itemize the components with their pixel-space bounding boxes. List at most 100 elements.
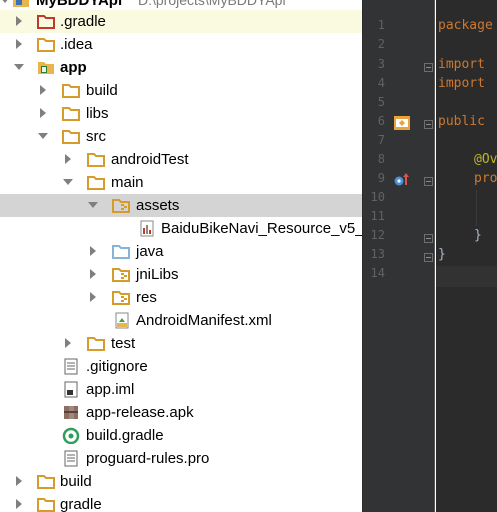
line-number: 2 (377, 37, 385, 51)
chevron-right-icon[interactable] (38, 108, 48, 118)
binary-file-icon (138, 220, 156, 237)
module-folder-icon (12, 0, 30, 9)
chevron-down-icon[interactable] (38, 131, 48, 141)
line-number: 4 (377, 76, 385, 90)
tree-label: jniLibs (136, 266, 179, 283)
folder-icon (87, 151, 105, 168)
line-number: 8 (377, 152, 385, 166)
chevron-down-icon[interactable] (63, 177, 73, 187)
tree-row-res[interactable]: res (0, 286, 362, 309)
tree-label: app.iml (86, 381, 135, 398)
tree-label: assets (136, 197, 180, 214)
tree-label: java (136, 243, 164, 260)
line-number: 3 (377, 57, 385, 71)
folder-icon (87, 335, 105, 352)
chevron-down-icon[interactable] (14, 62, 24, 72)
indent-guide (476, 190, 477, 226)
folder-icon (87, 174, 105, 191)
tree-row-src[interactable]: src (0, 125, 362, 148)
tree-row-root-build[interactable]: build (0, 470, 362, 493)
tree-row-androidtest[interactable]: androidTest (0, 148, 362, 171)
tree-row-apk[interactable]: app-release.apk (0, 401, 362, 424)
code-line-12: } (474, 228, 482, 243)
tree-row-libs[interactable]: libs (0, 102, 362, 125)
text-file-icon (62, 358, 80, 375)
current-line-highlight (436, 266, 497, 287)
chevron-right-icon[interactable] (14, 16, 24, 26)
gradle-file-icon (62, 427, 80, 444)
tree-row-jnilibs[interactable]: jniLibs (0, 263, 362, 286)
tree-label: proguard-rules.pro (86, 450, 210, 467)
line-number: 5 (377, 95, 385, 109)
code-line-13: } (438, 247, 446, 262)
chevron-right-icon[interactable] (38, 85, 48, 95)
android-class-icon[interactable] (393, 114, 411, 137)
tree-label: build (86, 82, 118, 99)
line-number: 10 (370, 190, 385, 204)
chevron-right-icon[interactable] (14, 499, 24, 509)
text-file-icon (62, 450, 80, 467)
tree-row-manifest[interactable]: AndroidManifest.xml (0, 309, 362, 332)
chevron-down-icon[interactable] (0, 0, 10, 5)
module-folder-icon (37, 59, 55, 76)
code-line-1: package (438, 18, 493, 33)
tree-label: libs (86, 105, 109, 122)
chevron-right-icon[interactable] (88, 246, 98, 256)
line-number: 14 (370, 266, 385, 280)
chevron-right-icon[interactable] (63, 338, 73, 348)
tree-row-root-gradle[interactable]: gradle (0, 493, 362, 512)
fold-marker-icon[interactable] (424, 173, 433, 186)
tree-label: build (60, 473, 92, 490)
tree-row-gradle-dir[interactable]: .gradle (0, 10, 362, 33)
resource-folder-icon (112, 197, 130, 214)
folder-icon (37, 13, 55, 30)
tree-row-app-iml[interactable]: app.iml (0, 378, 362, 401)
line-number: 7 (377, 133, 385, 147)
chevron-right-icon[interactable] (63, 154, 73, 164)
tree-label: test (111, 335, 136, 352)
code-line-8: @Ov (474, 152, 497, 167)
chevron-right-icon[interactable] (88, 292, 98, 302)
line-number: 13 (370, 247, 385, 261)
chevron-right-icon[interactable] (14, 39, 24, 49)
tree-row-proguard[interactable]: proguard-rules.pro (0, 447, 362, 470)
tree-row-baidu-resource[interactable]: BaiduBikeNavi_Resource_v5_2 (0, 217, 362, 240)
chevron-down-icon[interactable] (88, 200, 98, 210)
archive-file-icon (62, 404, 80, 421)
fold-marker-icon[interactable] (424, 116, 433, 129)
resource-folder-icon (112, 289, 130, 306)
resource-folder-icon (112, 266, 130, 283)
tree-row-build[interactable]: build (0, 79, 362, 102)
tree-row-test[interactable]: test (0, 332, 362, 355)
chevron-right-icon[interactable] (88, 269, 98, 279)
code-line-9: pro (474, 171, 497, 186)
editor-gutter[interactable]: 1 2 3 4 5 6 7 8 9 10 11 12 13 14 (363, 0, 435, 512)
chevron-right-icon[interactable] (14, 476, 24, 486)
project-name: MyBDDYApi (36, 0, 123, 9)
fold-marker-icon[interactable] (424, 59, 433, 72)
code-editor[interactable]: package import import public @Ov pro } } (436, 0, 497, 512)
folder-icon (62, 105, 80, 122)
tree-row-assets[interactable]: assets (0, 194, 362, 217)
tree-label: BaiduBikeNavi_Resource_v5_2 (161, 220, 362, 237)
tree-label: app (60, 59, 87, 76)
line-number: 11 (370, 209, 385, 223)
line-number: 6 (377, 114, 385, 128)
code-line-4: import (438, 76, 485, 91)
tree-label: src (86, 128, 106, 145)
tree-label: app-release.apk (86, 404, 194, 421)
tree-row-app[interactable]: app (0, 56, 362, 79)
project-tree: MyBDDYApi D:\projects\MyBDDYApi .gradle .… (0, 0, 362, 512)
tree-row-java[interactable]: java (0, 240, 362, 263)
fold-marker-icon[interactable] (424, 230, 433, 243)
folder-icon (62, 128, 80, 145)
override-method-icon[interactable] (393, 172, 411, 193)
tree-row-build-gradle[interactable]: build.gradle (0, 424, 362, 447)
tree-row-idea-dir[interactable]: .idea (0, 33, 362, 56)
tree-row-gitignore[interactable]: .gitignore (0, 355, 362, 378)
tree-row-main[interactable]: main (0, 171, 362, 194)
tree-label: androidTest (111, 151, 189, 168)
tree-label: build.gradle (86, 427, 164, 444)
fold-marker-icon[interactable] (424, 249, 433, 262)
tree-label: main (111, 174, 144, 191)
